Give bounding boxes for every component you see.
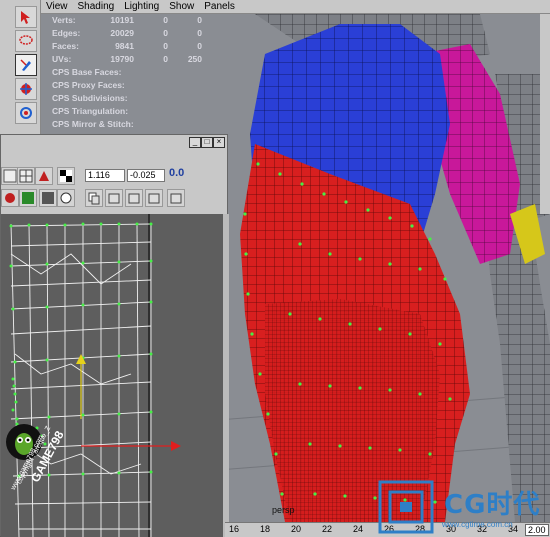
right-shelf: [540, 14, 550, 214]
u-coordinate-field[interactable]: 1.116: [85, 169, 125, 182]
uv-grid-icon[interactable]: [17, 167, 35, 185]
hud-row-faces: Faces: 9841 0 0: [52, 41, 202, 51]
menu-panels[interactable]: Panels: [204, 0, 235, 13]
game798-watermark: GAME798 copyright : areque_Z www.game798…: [4, 418, 94, 536]
viewport-menubar: View Shading Lighting Show Panels: [40, 0, 550, 14]
hud-cps-proxy: CPS Proxy Faces:: [52, 80, 125, 90]
rotate-icon[interactable]: [15, 102, 37, 124]
hud-row-edges: Edges: 20029 0 0: [52, 28, 202, 38]
paint-select-icon[interactable]: [15, 54, 37, 76]
cgtime-watermark: CG时代 www.cgtime.com.cn: [376, 478, 550, 536]
uv-dim-icon[interactable]: [39, 189, 57, 207]
hud-cps-subdiv: CPS Subdivisions:: [52, 93, 128, 103]
uv-copy-icon[interactable]: [85, 189, 103, 207]
menu-view[interactable]: View: [46, 0, 68, 13]
select-arrow-icon[interactable]: [15, 6, 37, 28]
cgtime-text: CG时代: [444, 490, 541, 520]
toolbox: [0, 0, 41, 136]
hud-row-uvs: UVs: 19790 0 250: [52, 54, 202, 64]
hud-row-verts: Verts: 10191 0 0: [52, 15, 202, 25]
uv-titlebar[interactable]: _ □ ×: [1, 135, 227, 149]
uv-paste-icon[interactable]: [105, 189, 123, 207]
cgtime-url: www.cgtime.com.cn: [442, 520, 513, 529]
uv-scrollbar[interactable]: [223, 214, 229, 537]
tick-label: 22: [322, 524, 333, 534]
hud-cps-base: CPS Base Faces:: [52, 67, 122, 77]
tick-label: 20: [291, 524, 302, 534]
tick-label: 24: [353, 524, 364, 534]
tick-label: 16: [229, 524, 240, 534]
cgtime-logo-icon: [378, 480, 434, 534]
tick-label: 18: [260, 524, 271, 534]
uv-color-icon[interactable]: [19, 189, 37, 207]
uv-paste-v-icon[interactable]: [145, 189, 163, 207]
v-coordinate-field[interactable]: -0.025: [127, 169, 165, 182]
uv-toolbar: 1.116 -0.025 0.0: [1, 153, 229, 209]
uv-undo-icon[interactable]: [1, 189, 19, 207]
poly-count-hud: Verts: 10191 0 0 Edges: 20029 0 0 Faces:…: [52, 14, 202, 131]
uv-checker-icon[interactable]: [57, 167, 75, 185]
uv-paste-u-icon[interactable]: [125, 189, 143, 207]
uv-cycle-icon[interactable]: [167, 189, 185, 207]
hud-cps-mirror: CPS Mirror & Stitch:: [52, 119, 134, 129]
menu-show[interactable]: Show: [169, 0, 194, 13]
zero-uv-button[interactable]: 0.0: [169, 167, 184, 179]
close-icon[interactable]: ×: [213, 137, 225, 148]
lasso-icon[interactable]: [15, 30, 37, 52]
maximize-icon[interactable]: □: [201, 137, 213, 148]
uv-shaded-icon[interactable]: [57, 189, 75, 207]
hud-cps-triang: CPS Triangulation:: [52, 106, 129, 116]
minimize-icon[interactable]: _: [189, 137, 201, 148]
move-icon[interactable]: [15, 78, 37, 100]
camera-label: persp: [272, 505, 295, 515]
uv-flip-icon[interactable]: [35, 167, 53, 185]
menu-lighting[interactable]: Lighting: [124, 0, 159, 13]
menu-shading[interactable]: Shading: [78, 0, 115, 13]
